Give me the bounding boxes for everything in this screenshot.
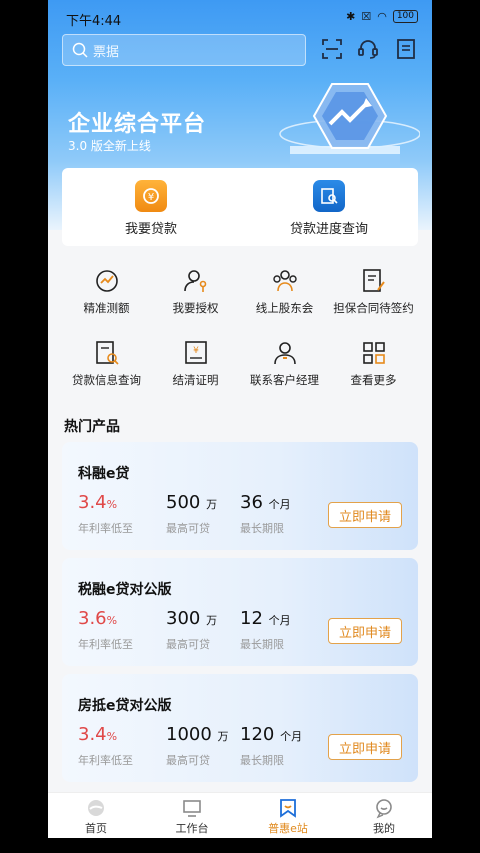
term-label: 最长期限 [240, 754, 284, 767]
rate-label: 年利率低至 [78, 638, 133, 651]
customer-service-icon[interactable] [356, 37, 380, 61]
term-label: 最长期限 [240, 522, 284, 535]
bottom-tab-bar: 首页 工作台 普惠e站 我的 [48, 792, 432, 839]
apply-loan-button[interactable]: ¥ 我要贷款 [62, 168, 240, 246]
user-key-icon [183, 270, 206, 292]
quick-label: 我要贷款 [124, 222, 177, 237]
product-term: 36 个月 [240, 492, 291, 513]
app-screen: 下午4:44 ✱ ☒ ◠ 100 票据 企业综合平台 3.0 版全新上线 ¥ 我… [48, 0, 432, 853]
product-rate: 3.4% [78, 492, 118, 513]
product-amount: 1000 万 [166, 724, 229, 745]
tab-label: 普惠e站 [268, 822, 308, 835]
product-amount: 500 万 [166, 492, 218, 513]
system-nav-bar [48, 838, 432, 853]
grid-item-shareholder-meeting[interactable]: 线上股东会 [240, 260, 329, 332]
search-input[interactable]: 票据 [62, 34, 306, 66]
product-name: 房抵e贷对公版 [78, 698, 172, 714]
grid-item-precise-quota[interactable]: 精准测额 [62, 260, 151, 332]
product-rate: 3.6% [78, 608, 118, 629]
monitor-icon [183, 800, 201, 817]
grid-label: 查看更多 [350, 373, 397, 387]
progress-search-icon [313, 180, 345, 212]
product-name: 税融e贷对公版 [78, 582, 172, 598]
apply-now-button[interactable]: 立即申请 [328, 618, 402, 644]
quick-actions-card: ¥ 我要贷款 贷款进度查询 [62, 168, 418, 246]
group-icon [272, 270, 297, 292]
apply-now-button[interactable]: 立即申请 [328, 734, 402, 760]
tab-label: 我的 [373, 822, 395, 835]
tab-home[interactable]: 首页 [48, 793, 144, 839]
wifi-icon: ◠ [377, 10, 387, 23]
service-grid: 精准测额 我要授权 线上股东会 担保合同待签约 贷款信息查询 ¥ 结清证明 联系… [62, 260, 418, 404]
search-placeholder: 票据 [93, 44, 120, 60]
grid-label: 精准测额 [83, 301, 130, 315]
grid-item-authorize[interactable]: 我要授权 [151, 260, 240, 332]
gauge-icon [95, 270, 118, 292]
product-term: 120 个月 [240, 724, 303, 745]
scan-icon[interactable] [320, 37, 344, 61]
grid-label: 联系客户经理 [250, 373, 319, 387]
amount-label: 最高可贷 [166, 522, 210, 535]
grid-label: 担保合同待签约 [333, 301, 414, 315]
manager-icon [273, 342, 296, 365]
search-icon [72, 42, 88, 58]
banner-title: 企业综合平台 [68, 112, 207, 137]
quick-label: 贷款进度查询 [289, 222, 368, 237]
tab-label: 工作台 [175, 822, 209, 835]
sim-icon: ☒ [361, 10, 372, 23]
product-name: 科融e贷 [78, 466, 130, 482]
doc-search-icon [95, 341, 119, 365]
product-card[interactable]: 税融e贷对公版 3.6% 年利率低至 300 万 最高可贷 12 个月 最长期限… [62, 558, 418, 666]
grid-label: 贷款信息查询 [72, 373, 141, 387]
term-label: 最长期限 [240, 638, 284, 651]
tab-mine[interactable]: 我的 [336, 793, 432, 839]
amount-label: 最高可贷 [166, 754, 210, 767]
tab-workbench[interactable]: 工作台 [144, 793, 240, 839]
battery-icon: 100 [392, 10, 418, 23]
apply-now-button[interactable]: 立即申请 [328, 502, 402, 528]
amount-label: 最高可贷 [166, 638, 210, 651]
grid-item-guarantee-contract[interactable]: 担保合同待签约 [329, 260, 418, 332]
product-card[interactable]: 科融e贷 3.4% 年利率低至 500 万 最高可贷 36 个月 最长期限 立即… [62, 442, 418, 550]
grid-item-settlement-proof[interactable]: ¥ 结清证明 [151, 332, 240, 404]
tab-puhui-station[interactable]: 普惠e站 [240, 793, 336, 839]
grid-label: 我要授权 [172, 301, 219, 315]
grid-item-contact-manager[interactable]: 联系客户经理 [240, 332, 329, 404]
status-icons: ✱ ☒ ◠ 100 [346, 10, 418, 23]
loan-coin-icon: ¥ [135, 180, 167, 212]
chat-user-icon [376, 799, 392, 819]
grid-item-loan-info[interactable]: 贷款信息查询 [62, 332, 151, 404]
certificate-icon: ¥ [184, 341, 207, 364]
bluetooth-icon: ✱ [346, 10, 356, 23]
grid-item-view-more[interactable]: 查看更多 [329, 332, 418, 404]
svg-text:¥: ¥ [193, 346, 199, 356]
banner-subtitle: 3.0 版全新上线 [68, 139, 151, 153]
loan-progress-button[interactable]: 贷款进度查询 [240, 168, 418, 246]
tab-label: 首页 [85, 822, 107, 835]
svg-text:¥: ¥ [148, 192, 154, 203]
grid-more-icon [362, 342, 385, 364]
status-time: 下午4:44 [66, 14, 122, 29]
grid-label: 线上股东会 [255, 301, 314, 315]
rate-label: 年利率低至 [78, 522, 133, 535]
product-rate: 3.4% [78, 724, 118, 745]
product-term: 12 个月 [240, 608, 291, 629]
home-logo-icon [88, 800, 104, 816]
bookmark-station-icon [280, 799, 296, 818]
hot-products-title: 热门产品 [64, 419, 120, 435]
grid-label: 结清证明 [172, 373, 219, 387]
status-bar: 下午4:44 ✱ ☒ ◠ 100 [48, 0, 432, 34]
message-icon[interactable] [394, 37, 418, 61]
product-card[interactable]: 房抵e贷对公版 3.4% 年利率低至 1000 万 最高可贷 120 个月 最长… [62, 674, 418, 782]
rate-label: 年利率低至 [78, 754, 133, 767]
product-amount: 300 万 [166, 608, 218, 629]
contract-sign-icon [362, 269, 385, 292]
